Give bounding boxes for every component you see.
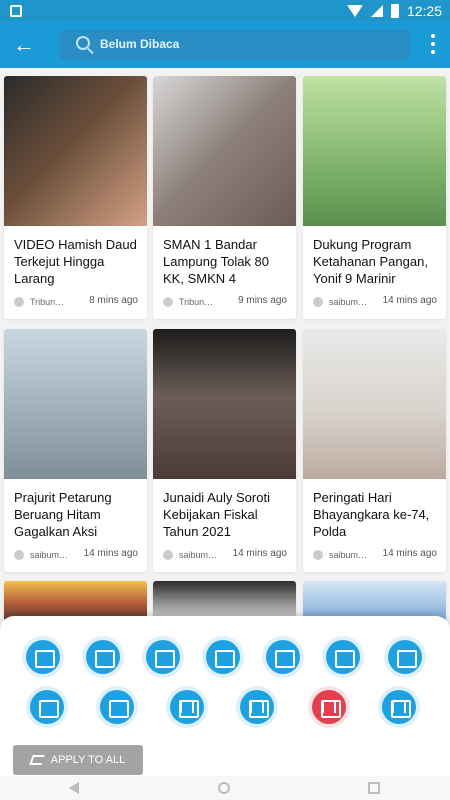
back-icon: ← (13, 32, 35, 57)
article-card[interactable]: Junaidi Auly Soroti Kebijakan Fiskal Tah… (153, 329, 296, 572)
article-title: VIDEO Hamish Daud Terkejut Hingga Larang (14, 237, 137, 286)
article-source: Tribun… (163, 297, 213, 307)
article-card[interactable] (4, 581, 147, 621)
source-name: Tribun… (30, 297, 65, 307)
article-time: 14 mins ago (83, 548, 138, 559)
nav-home-icon[interactable] (218, 782, 230, 794)
source-name: saibum… (179, 550, 218, 560)
article-thumbnail (153, 329, 296, 479)
article-thumbnail (153, 76, 296, 226)
layout-list-button[interactable] (26, 640, 60, 674)
article-thumbnail (4, 581, 147, 621)
article-card[interactable]: VIDEO Hamish Daud Terkejut Hingga Larang… (4, 76, 147, 319)
status-icons: 12:25 (346, 3, 442, 19)
article-card[interactable] (303, 581, 446, 621)
layout-card-button[interactable] (146, 640, 180, 674)
nav-recent-icon[interactable] (368, 782, 380, 794)
source-icon (163, 297, 173, 307)
article-source: Tribun… (14, 297, 64, 307)
article-thumbnail (303, 581, 446, 621)
layout-single-button[interactable] (30, 690, 64, 724)
article-time: 14 mins ago (382, 295, 437, 306)
article-title: Junaidi Auly Soroti Kebijakan Fiskal Tah… (163, 490, 270, 539)
battery-icon (390, 4, 399, 18)
article-time: 9 mins ago (238, 295, 287, 306)
article-source: saibum… (313, 297, 367, 307)
wifi-icon (346, 5, 363, 17)
layout-single-alt-button[interactable] (100, 690, 134, 724)
clock: 12:25 (406, 3, 442, 19)
article-card[interactable]: Peringati Hari Bhayangkara ke-74, Polda … (303, 329, 446, 572)
article-title: Dukung Program Ketahanan Pangan, Yonif 9… (313, 237, 428, 286)
nav-back-icon[interactable] (69, 782, 79, 794)
article-thumbnail (303, 329, 446, 479)
apply-label: APPLY TO ALL (50, 754, 126, 766)
layout-grid-2-button[interactable] (266, 640, 300, 674)
source-icon (313, 297, 323, 307)
article-title: Prajurit Petarung Beruang Hitam Gagalkan… (14, 490, 112, 539)
source-name: saibum… (329, 297, 368, 307)
article-grid: VIDEO Hamish Daud Terkejut Hingga Larang… (0, 68, 450, 628)
article-source: saibum… (14, 550, 68, 560)
search-field[interactable]: Belum Dibaca (60, 30, 410, 60)
article-card[interactable]: Dukung Program Ketahanan Pangan, Yonif 9… (303, 76, 446, 319)
article-thumbnail (4, 76, 147, 226)
article-title: SMAN 1 Bandar Lampung Tolak 80 KK, SMKN … (163, 237, 270, 286)
system-nav-bar (0, 776, 450, 800)
layout-triple-alt-button[interactable] (382, 690, 416, 724)
apply-to-all-button[interactable]: APPLY TO ALL (13, 745, 143, 775)
layout-list-compact-button[interactable] (86, 640, 120, 674)
article-time: 14 mins ago (232, 548, 287, 559)
article-card[interactable]: Prajurit Petarung Beruang Hitam Gagalkan… (4, 329, 147, 572)
article-title: Peringati Hari Bhayangkara ke-74, Polda (313, 490, 430, 539)
article-card[interactable]: SMAN 1 Bandar Lampung Tolak 80 KK, SMKN … (153, 76, 296, 319)
layout-double-alt-button[interactable] (240, 690, 274, 724)
layout-grid-3-button[interactable] (326, 640, 360, 674)
layout-card-compact-button[interactable] (206, 640, 240, 674)
signal-icon (370, 5, 383, 17)
search-value: Belum Dibaca (100, 37, 180, 51)
article-source: saibum… (313, 550, 367, 560)
article-time: 14 mins ago (382, 548, 437, 559)
article-card[interactable] (153, 581, 296, 621)
layout-triple-button[interactable] (312, 690, 346, 724)
article-thumbnail (153, 581, 296, 621)
article-thumbnail (4, 329, 147, 479)
status-bar: 12:25 (0, 0, 450, 22)
search-icon (76, 36, 90, 50)
source-icon (14, 550, 24, 560)
apply-icon (28, 755, 45, 765)
back-button[interactable]: ← (10, 31, 38, 59)
layout-double-button[interactable] (170, 690, 204, 724)
article-thumbnail (303, 76, 446, 226)
source-name: saibum… (329, 550, 368, 560)
app-bar: ← Belum Dibaca (0, 22, 450, 68)
article-source: saibum… (163, 550, 217, 560)
overflow-menu-button[interactable] (428, 34, 438, 56)
source-icon (14, 297, 24, 307)
source-icon (163, 550, 173, 560)
article-time: 8 mins ago (89, 295, 138, 306)
source-icon (313, 550, 323, 560)
source-name: saibum… (30, 550, 69, 560)
source-name: Tribun… (179, 297, 214, 307)
layout-grid-3-alt-button[interactable] (388, 640, 422, 674)
notification-icon (10, 5, 22, 17)
